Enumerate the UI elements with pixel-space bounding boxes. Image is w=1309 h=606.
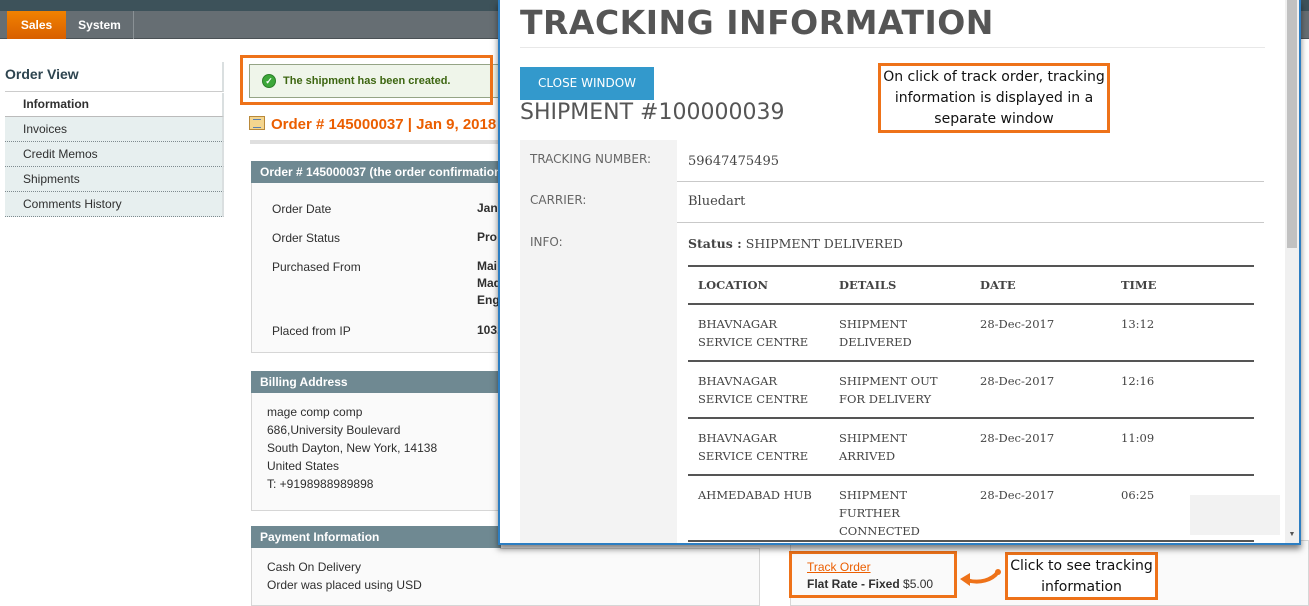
sidebar-item-comments-history[interactable]: Comments History <box>5 192 224 217</box>
sidebar-item-credit-memos[interactable]: Credit Memos <box>5 142 224 167</box>
sidebar-nav: Information Invoices Credit Memos Shipme… <box>5 93 224 217</box>
column-header-location: LOCATION <box>688 265 829 305</box>
tracking-number-label: TRACKING NUMBER: <box>530 152 651 166</box>
cell-time: 13:12 <box>1111 304 1254 362</box>
popup-title-divider <box>520 47 1265 48</box>
billing-line: T: +9198988989898 <box>267 477 374 491</box>
blank-panel <box>1190 495 1280 535</box>
close-window-button[interactable]: CLOSE WINDOW <box>520 67 654 100</box>
cell-date: 28-Dec-2017 <box>970 418 1111 476</box>
purchased-from-label: Purchased From <box>272 260 361 274</box>
order-date-label: Order Date <box>272 202 332 216</box>
billing-box-body: mage comp comp 686,University Boulevard … <box>251 393 501 511</box>
billing-line: South Dayton, New York, 14138 <box>267 441 438 455</box>
order-heading-text: Order # 145000037 | Jan 9, 2018 <box>271 116 497 133</box>
cell-details: SHIPMENT ARRIVED <box>829 418 970 476</box>
table-row: BHAVNAGAR SERVICE CENTRE SHIPMENT ARRIVE… <box>688 418 1254 476</box>
cell-date: 28-Dec-2017 <box>970 361 1111 419</box>
billing-line: mage comp comp <box>267 405 363 419</box>
nav-tab-system[interactable]: System <box>66 11 134 39</box>
cell-details: SHIPMENT OUT FOR DELIVERY <box>829 361 970 419</box>
table-row: BHAVNAGAR SERVICE CENTRE SHIPMENT DELIVE… <box>688 304 1254 362</box>
payment-box-body: Cash On Delivery Order was placed using … <box>251 548 501 606</box>
billing-line: United States <box>267 459 340 473</box>
sidebar-item-shipments[interactable]: Shipments <box>5 167 224 192</box>
annotation-highlight-message <box>240 55 493 105</box>
scroll-down-arrow-icon[interactable]: ▼ <box>1287 531 1297 539</box>
carrier-value: Bluedart <box>688 194 746 209</box>
cell-date: 28-Dec-2017 <box>970 475 1111 542</box>
carrier-label: CARRIER: <box>530 193 587 207</box>
billing-address: mage comp comp 686,University Boulevard … <box>267 403 437 493</box>
cell-details: SHIPMENT DELIVERED <box>829 304 970 362</box>
nav-tab-sales[interactable]: Sales <box>7 11 66 39</box>
status-value: SHIPMENT DELIVERED <box>745 236 903 251</box>
annotation-highlight-track-order <box>789 551 957 598</box>
billing-box-header: Billing Address <box>251 371 501 393</box>
payment-box-header: Payment Information <box>251 526 501 548</box>
cell-location: BHAVNAGAR SERVICE CENTRE <box>688 418 829 476</box>
cell-location: AHMEDABAD HUB <box>688 475 829 542</box>
column-header-date: DATE <box>970 265 1111 305</box>
payment-info: Cash On Delivery Order was placed using … <box>267 558 422 594</box>
label-column: TRACKING NUMBER: CARRIER: INFO: <box>520 140 677 543</box>
order-box-header: Order # 145000037 (the order confirmatio… <box>251 161 501 183</box>
info-label: INFO: <box>530 235 563 249</box>
column-header-time: TIME <box>1111 265 1254 305</box>
table-row: BHAVNAGAR SERVICE CENTRE SHIPMENT OUT FO… <box>688 361 1254 419</box>
annotation-track-note: Click to see tracking information <box>1005 552 1158 600</box>
popup-scrollbar[interactable]: ▼ <box>1285 0 1299 543</box>
scrollbar-thumb[interactable] <box>1287 0 1297 248</box>
sidebar-item-information[interactable]: Information <box>5 93 224 117</box>
table-header-row: LOCATION DETAILS DATE TIME <box>688 265 1254 305</box>
cell-location: BHAVNAGAR SERVICE CENTRE <box>688 361 829 419</box>
annotation-arrow-icon <box>960 569 1001 586</box>
annotation-popup-note: On click of track order, tracking inform… <box>878 63 1110 133</box>
sidebar-item-invoices[interactable]: Invoices <box>5 117 224 142</box>
row-divider <box>677 181 1264 182</box>
cell-time: 12:16 <box>1111 361 1254 419</box>
payment-box-extension <box>500 548 760 606</box>
row-divider <box>677 222 1264 223</box>
cell-details: SHIPMENT FURTHER CONNECTED <box>829 475 970 542</box>
order-status-label: Order Status <box>272 231 341 245</box>
status-label: Status : <box>688 236 742 251</box>
page-title: Order # 145000037 | Jan 9, 2018 <box>249 116 509 133</box>
cell-date: 28-Dec-2017 <box>970 304 1111 362</box>
tracking-events-table: LOCATION DETAILS DATE TIME BHAVNAGAR SER… <box>688 265 1254 542</box>
cell-location: BHAVNAGAR SERVICE CENTRE <box>688 304 829 362</box>
payment-line: Order was placed using USD <box>267 578 422 592</box>
cell-time: 11:09 <box>1111 418 1254 476</box>
popup-title: TRACKING INFORMATION <box>520 3 994 42</box>
tracking-number-value: 59647475495 <box>688 154 779 169</box>
column-header-details: DETAILS <box>829 265 970 305</box>
heading-divider <box>250 140 500 144</box>
billing-line: 686,University Boulevard <box>267 423 401 437</box>
placed-ip-label: Placed from IP <box>272 324 351 338</box>
shipment-title: SHIPMENT #100000039 <box>520 100 785 125</box>
order-document-icon <box>249 116 265 130</box>
payment-line: Cash On Delivery <box>267 560 362 574</box>
shipment-status: Status : SHIPMENT DELIVERED <box>688 236 903 251</box>
table-row: AHMEDABAD HUB SHIPMENT FURTHER CONNECTED… <box>688 475 1254 542</box>
order-box-body: Order Date Jan Order Status Pro Purchase… <box>251 183 501 353</box>
sidebar-title: Order View <box>5 62 224 92</box>
